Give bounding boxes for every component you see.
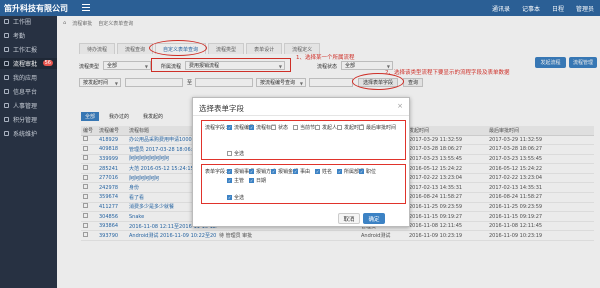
app-title: 笛升科技有限公司: [4, 4, 68, 13]
checkbox-icon: [315, 125, 320, 130]
select-form-fields-dialog: 选择表单字段 × 流程字段： ✓ 流程编号 ✓ 流程标题 状态 当前节点 发起人 发起时间 最后…: [192, 97, 410, 227]
checkbox-label: 姓名: [322, 169, 333, 175]
field-checkbox[interactable]: 最后审批时间: [359, 124, 396, 131]
checkbox-icon: ✓: [315, 169, 320, 174]
top-link-contacts[interactable]: 通讯录: [492, 4, 510, 13]
sidebar-item-label: 信息平台: [13, 89, 38, 96]
sidebar-item-label: 工作圈: [13, 19, 32, 26]
checkbox-label: 最后审批时间: [366, 125, 397, 131]
info-icon: [4, 89, 9, 94]
checkbox-label: 日期: [256, 178, 267, 184]
checkbox-icon: ✓: [227, 169, 232, 174]
checkbox-icon: ✓: [227, 195, 232, 200]
checkbox-icon: ✓: [337, 169, 342, 174]
field-checkbox[interactable]: 发起人: [315, 124, 337, 131]
approval-icon: [4, 61, 9, 66]
checkbox-label: 全选: [234, 151, 245, 157]
checkbox-label: 全选: [234, 195, 245, 201]
checkbox-icon: ✓: [249, 178, 254, 183]
report-icon: [4, 47, 9, 52]
workcircle-icon: [4, 19, 9, 24]
approval-count-badge: 56: [42, 60, 53, 66]
sidebar-item-attendance[interactable]: 考勤: [0, 30, 57, 41]
top-link-user[interactable]: 管理员: [576, 4, 594, 13]
sidebar-item-report[interactable]: 工作汇报: [0, 44, 57, 55]
top-link-notes[interactable]: 记事本: [522, 4, 540, 13]
hr-icon: [4, 103, 9, 108]
form-fields-select-all[interactable]: ✓ 全选: [227, 194, 244, 201]
dialog-divider: [193, 115, 409, 116]
sidebar-item-approval[interactable]: 流程审批 56: [0, 58, 57, 69]
dialog-title: 选择表单字段: [199, 104, 244, 113]
sidebar-item-label: 流程审批: [13, 61, 38, 68]
cancel-button[interactable]: 取消: [338, 213, 360, 224]
sidebar-item-label: 人事管理: [13, 103, 38, 110]
checkbox-icon: ✓: [359, 169, 364, 174]
checkbox-label: 状态: [278, 125, 289, 131]
menu-toggle-icon[interactable]: [82, 4, 90, 12]
checkbox-icon: ✓: [227, 178, 232, 183]
sidebar-item-label: 我的应用: [13, 75, 38, 82]
flow-fields-select-all[interactable]: 全选: [227, 150, 244, 157]
checkbox-label: 职位: [366, 169, 377, 175]
apps-icon: [4, 75, 9, 80]
attendance-icon: [4, 33, 9, 38]
top-bar: 笛升科技有限公司 通讯录 记事本 日程 管理员: [0, 0, 600, 16]
field-checkbox[interactable]: 状态: [271, 124, 288, 131]
sidebar-item-points[interactable]: 积分管理: [0, 114, 57, 125]
field-checkbox[interactable]: ✓ 职位: [359, 168, 376, 175]
sidebar: 工作圈 考勤 工作汇报 流程审批 56 我的应用 信息平台 人事管理 积分管理 系…: [0, 16, 57, 288]
system-icon: [4, 131, 9, 136]
checkbox-icon: [271, 125, 276, 130]
checkbox-icon: ✓: [293, 169, 298, 174]
checkbox-label: 事由: [300, 169, 311, 175]
top-link-schedule[interactable]: 日程: [552, 4, 564, 13]
ok-button[interactable]: 确定: [363, 213, 385, 224]
checkbox-icon: ✓: [271, 169, 276, 174]
sidebar-item-info[interactable]: 信息平台: [0, 86, 57, 97]
sidebar-item-hr[interactable]: 人事管理: [0, 100, 57, 111]
field-checkbox[interactable]: ✓ 日期: [249, 177, 266, 184]
checkbox-icon: [337, 125, 342, 130]
sidebar-item-workcircle[interactable]: 工作圈: [0, 16, 57, 27]
checkbox-label: 主管: [234, 178, 245, 184]
field-checkbox[interactable]: ✓ 主管: [227, 177, 244, 184]
field-checkbox[interactable]: ✓ 事由: [293, 168, 310, 175]
sidebar-item-label: 考勤: [13, 33, 26, 40]
checkbox-icon: [359, 125, 364, 130]
checkbox-icon: ✓: [249, 169, 254, 174]
checkbox-icon: ✓: [249, 125, 254, 130]
sidebar-item-system[interactable]: 系统维护: [0, 128, 57, 139]
sidebar-item-label: 积分管理: [13, 117, 38, 124]
field-checkbox[interactable]: ✓ 姓名: [315, 168, 332, 175]
checkbox-icon: [227, 151, 232, 156]
checkbox-icon: [293, 125, 298, 130]
top-links: 通讯录 记事本 日程 管理员: [492, 4, 594, 13]
sidebar-item-apps[interactable]: 我的应用: [0, 72, 57, 83]
points-icon: [4, 117, 9, 122]
checkbox-label: 发起人: [322, 125, 338, 131]
sidebar-item-label: 工作汇报: [13, 47, 38, 54]
close-icon[interactable]: ×: [397, 102, 403, 110]
checkbox-icon: ✓: [227, 125, 232, 130]
sidebar-item-label: 系统维护: [13, 131, 38, 138]
